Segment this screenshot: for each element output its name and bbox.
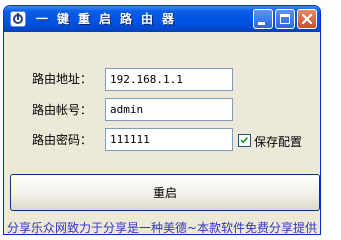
save-config-label[interactable]: 保存配置 [254, 133, 302, 150]
password-input[interactable] [105, 128, 233, 151]
username-input[interactable] [105, 98, 233, 121]
close-icon [301, 13, 313, 25]
footer-text: 分享乐众网致力于分享是一种美德~本款软件免费分享提供 [7, 221, 318, 235]
title-bar[interactable]: 一键重启路由器 [4, 6, 320, 32]
restart-button[interactable]: 重启 [10, 174, 320, 211]
maximize-button[interactable] [275, 9, 295, 29]
username-label: 路由帐号： [32, 103, 93, 117]
password-label: 路由密码： [32, 133, 93, 147]
power-icon [10, 11, 26, 27]
ip-label: 路由地址： [32, 72, 93, 86]
ip-address-input[interactable] [105, 68, 233, 91]
save-config-checkbox[interactable] [238, 134, 251, 147]
checkmark-icon [240, 136, 249, 144]
minimize-button[interactable] [253, 9, 273, 29]
close-button[interactable] [297, 9, 317, 29]
maximize-icon [280, 14, 290, 24]
window-title: 一键重启路由器 [36, 12, 184, 26]
minimize-icon [258, 22, 265, 25]
app-window: 一键重启路由器 路由地址： 路由帐号： 路由密码： 保存配置 重启 分享乐众网致… [3, 5, 321, 235]
